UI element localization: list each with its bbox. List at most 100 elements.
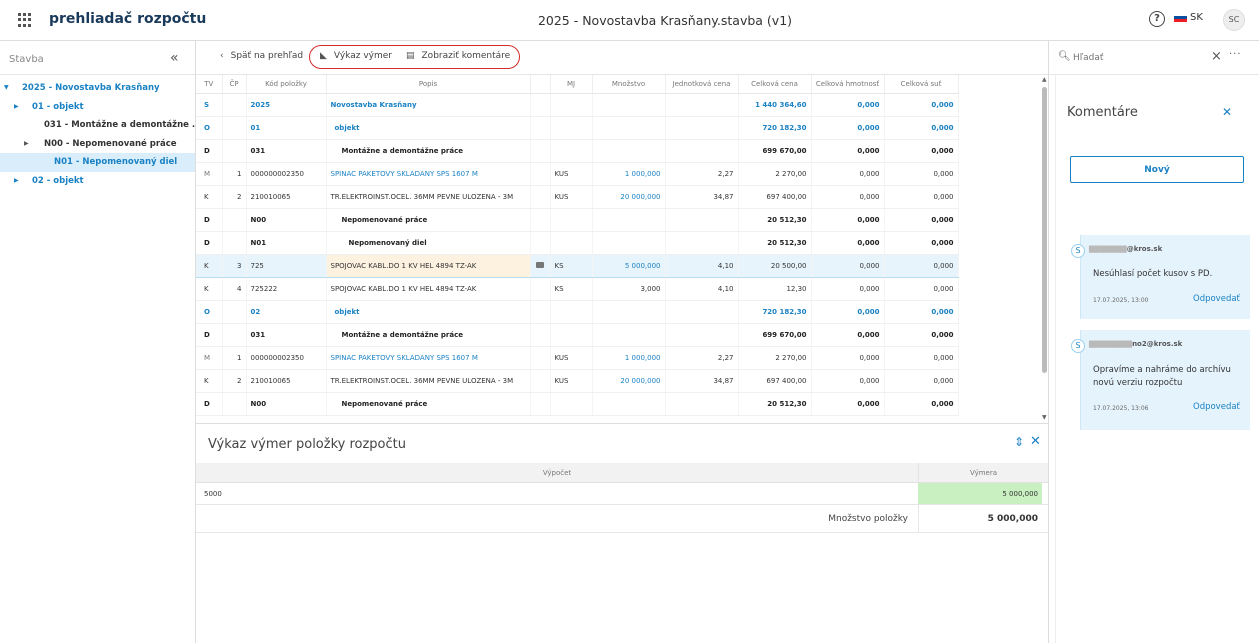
more-options-icon[interactable]: ···	[1229, 49, 1242, 60]
cell-cc: 699 670,00	[738, 139, 812, 163]
comment-indicator-icon[interactable]	[536, 261, 544, 268]
grid-scrollbar[interactable]: ▲ ▼	[1041, 75, 1048, 423]
column-header[interactable]: MJ	[550, 75, 593, 94]
cell-cp	[222, 300, 247, 324]
table-row[interactable]: D N00 Nepomenované práce 20 512,30 0,000 0,00…	[196, 392, 959, 416]
cell-cp: 4	[222, 277, 247, 301]
column-header[interactable]: Množstvo	[592, 75, 666, 94]
column-header[interactable]: Jednotková cena	[665, 75, 739, 94]
vykaz-row[interactable]: 5000 5 000,000	[196, 483, 1048, 505]
tree-caret-icon[interactable]: ▶	[14, 98, 19, 117]
cell-mj	[550, 300, 593, 324]
cell-sut: 0,000	[884, 139, 959, 163]
back-label: Späť na prehľad	[230, 51, 304, 61]
cell-cc: 20 500,00	[738, 253, 812, 278]
column-header[interactable]: Celková hmotnosť	[811, 75, 885, 94]
column-header[interactable]: ČP	[222, 75, 247, 94]
cell-popis: Montážne a demontážne práce	[326, 323, 531, 347]
cell-sut: 0,000	[884, 93, 959, 117]
comment-cell	[530, 253, 551, 278]
tree-item[interactable]: ▼ 2025 - Novostavba Krasňany	[0, 79, 195, 98]
table-row[interactable]: K 2 210010065 TR.ELEKTROINST.OCEL. 36MM PEV…	[196, 369, 959, 393]
vypocet-cell[interactable]: 5000	[204, 490, 222, 498]
cell-mn	[592, 323, 666, 347]
language-selector[interactable]: SK	[1174, 12, 1203, 23]
vykaz-sum-row: Množstvo položky 5 000,000	[196, 505, 1048, 533]
show-comments-button[interactable]: ▤ Zobraziť komentáre	[406, 51, 510, 61]
tree-item[interactable]: N01 - Nepomenovaný diel	[0, 153, 195, 172]
table-row[interactable]: M 1 000000002350 SPINAC PAKETOVY SKLADANY S…	[196, 346, 959, 370]
new-comment-button[interactable]: Nový	[1070, 156, 1244, 183]
table-row[interactable]: D 031 Montážne a demontážne práce 699 670,0…	[196, 139, 959, 163]
comment-cell	[530, 346, 551, 370]
cell-tv: D	[196, 392, 223, 416]
table-row[interactable]: O 01 objekt 720 182,30 0,000 0,000	[196, 116, 959, 140]
tree-caret-icon[interactable]: ▶	[14, 172, 19, 191]
table-row[interactable]: D N00 Nepomenované práce 20 512,30 0,000 0,00…	[196, 208, 959, 232]
scroll-down-icon[interactable]: ▼	[1042, 414, 1047, 421]
collapse-sidebar-icon[interactable]: «	[170, 50, 179, 66]
comment-cell	[530, 116, 551, 140]
column-header[interactable]: Popis	[326, 75, 531, 94]
cell-cc: 20 512,30	[738, 392, 812, 416]
table-row[interactable]: D 031 Montážne a demontážne práce 699 670,0…	[196, 323, 959, 347]
reply-link[interactable]: Odpovedať	[1193, 294, 1240, 304]
close-comments-icon[interactable]: ✕	[1222, 105, 1232, 119]
table-row[interactable]: D N01 Nepomenovaný diel 20 512,30 0,000 0,000	[196, 231, 959, 255]
back-button[interactable]: ‹ Späť na prehľad	[220, 51, 303, 61]
sidebar-title: Stavba	[9, 54, 44, 65]
cell-tv: K	[196, 277, 223, 301]
search-input[interactable]	[1073, 50, 1203, 66]
comment-card[interactable]: S ▇▇▇▇▇▇▇▇no2@kros.sk Opravíme a nahráme…	[1071, 330, 1250, 430]
tree-item[interactable]: ▶ N00 - Nepomenované práce	[0, 135, 195, 154]
cell-kod: 000000002350	[246, 162, 327, 186]
table-row[interactable]: O 02 objekt 720 182,30 0,000 0,000	[196, 300, 959, 324]
cell-sut: 0,000	[884, 346, 959, 370]
scroll-up-icon[interactable]: ▲	[1042, 76, 1047, 83]
vypocet-column-header: Výpočet	[542, 469, 572, 477]
tree-caret-icon[interactable]: ▶	[24, 135, 29, 154]
user-avatar[interactable]: SC	[1223, 9, 1245, 31]
cell-jc	[665, 392, 739, 416]
table-row[interactable]: K 4 725222 SPOJOVAC KABL.DO 1 KV HEL 4894 T…	[196, 277, 959, 301]
cell-popis: SPOJOVAC KABL.DO 1 KV HEL 4894 TZ-AK	[326, 253, 531, 278]
sum-label: Množstvo položky	[828, 514, 908, 524]
cell-jc	[665, 231, 739, 255]
table-row[interactable]: K 3 725 SPOJOVAC KABL.DO 1 KV HEL 4894 TZ-A…	[196, 253, 959, 278]
cell-jc: 2,27	[665, 162, 739, 186]
cell-mj	[550, 208, 593, 232]
cell-mn	[592, 300, 666, 324]
cell-jc	[665, 93, 739, 117]
help-icon[interactable]: ?	[1149, 11, 1165, 27]
column-header[interactable]: Kód položky	[246, 75, 327, 94]
tree-item[interactable]: ▶ 02 - objekt	[0, 172, 195, 191]
clear-search-icon[interactable]: ×	[1211, 49, 1222, 64]
comment-card[interactable]: S ▇▇▇▇▇▇▇@kros.sk Nesúhlasí počet kusov …	[1071, 235, 1250, 319]
reply-link[interactable]: Odpovedať	[1193, 402, 1240, 412]
vykaz-vymer-button[interactable]: ◣ Výkaz výmer	[320, 51, 392, 61]
cell-cc: 720 182,30	[738, 300, 812, 324]
expand-icon[interactable]: ⇕	[1014, 435, 1024, 449]
comment-cell	[530, 162, 551, 186]
column-header[interactable]: TV	[196, 75, 223, 94]
tree-item[interactable]: ▶ 01 - objekt	[0, 98, 195, 117]
table-row[interactable]: M 1 000000002350 SPINAC PAKETOVY SKLADANY S…	[196, 162, 959, 186]
cell-popis: SPOJOVAC KABL.DO 1 KV HEL 4894 TZ-AK	[326, 277, 531, 301]
tree-item[interactable]: 031 - Montážne a demontážne ...	[0, 116, 195, 135]
table-row[interactable]: S 2025 Novostavba Krasňany 1 440 364,60 0,00…	[196, 93, 959, 117]
cell-mn: 20 000,000	[592, 369, 666, 393]
scrollbar-thumb[interactable]	[1042, 87, 1047, 373]
close-icon[interactable]: ✕	[1030, 434, 1041, 449]
comment-author: ▇▇▇▇▇▇▇@kros.sk	[1089, 245, 1163, 253]
cell-mn: 1 000,000	[592, 162, 666, 186]
column-header[interactable]: Celková suť	[884, 75, 959, 94]
cell-kod: 01	[246, 116, 327, 140]
cell-hm: 0,000	[811, 93, 885, 117]
column-header[interactable]	[530, 75, 551, 94]
tree-caret-icon[interactable]: ▼	[4, 79, 9, 98]
table-row[interactable]: K 2 210010065 TR.ELEKTROINST.OCEL. 36MM PEV…	[196, 185, 959, 209]
column-header[interactable]: Celková cena	[738, 75, 812, 94]
cell-cp	[222, 323, 247, 347]
cell-hm: 0,000	[811, 253, 885, 278]
cell-kod: N01	[246, 231, 327, 255]
